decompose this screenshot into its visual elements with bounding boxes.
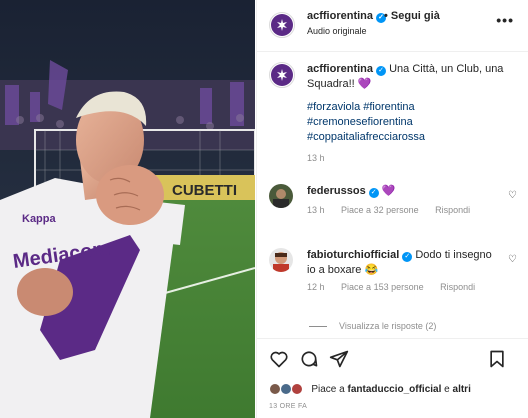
commenter-avatar[interactable]	[269, 184, 293, 208]
liker-avatar	[290, 383, 303, 395]
liker-avatar	[279, 383, 292, 395]
caption-time: 13 h	[307, 153, 325, 163]
comment-likes[interactable]: Piace a 32 persone	[341, 205, 419, 215]
board-text: CUBETTI	[172, 182, 237, 199]
verified-badge-icon: ✓	[368, 188, 379, 198]
comment-text: 💜	[381, 185, 396, 197]
view-replies-button[interactable]: Visualizza le risposte (2)	[309, 321, 436, 331]
caption-avatar[interactable]	[269, 62, 295, 88]
more-options-icon[interactable]: •••	[496, 12, 514, 28]
verified-badge-icon: ✓	[376, 66, 387, 76]
comment-meta: 13 h Piace a 32 persone Rispondi	[307, 205, 484, 215]
commenter-username[interactable]: federussos	[307, 185, 366, 197]
comment-meta: 12 h Piace a 153 persone Rispondi	[307, 282, 489, 292]
kappa-logo: Kappa	[22, 213, 57, 225]
comment-item: federussos ✓ 💜 13 h Piace a 32 persone Ri…	[269, 184, 519, 224]
comment-likes[interactable]: Piace a 153 persone	[341, 282, 424, 292]
caption-username[interactable]: acffiorentina	[307, 63, 373, 75]
view-replies-label[interactable]: Visualizza le risposte (2)	[339, 321, 436, 331]
hashtag-line[interactable]: #forzaviola #fiorentina	[307, 100, 517, 115]
commenter-username[interactable]: fabioturchiofficial	[307, 249, 399, 261]
account-avatar[interactable]	[269, 12, 295, 38]
username-text[interactable]: acffiorentina	[307, 10, 373, 22]
reply-button[interactable]: Rispondi	[435, 205, 470, 215]
audio-link[interactable]: Audio originale	[307, 26, 367, 36]
comment-time: 12 h	[307, 282, 325, 292]
hashtag-line[interactable]: #coppaitaliafrecciarossa	[307, 130, 517, 145]
save-bookmark-icon[interactable]	[487, 349, 507, 374]
liker-username[interactable]: fantaduccio_official	[347, 384, 441, 395]
reply-button[interactable]: Rispondi	[440, 282, 475, 292]
likes-summary[interactable]: Piace a fantaduccio_official e altri	[269, 383, 471, 395]
post-timestamp: 13 ORE FA	[269, 403, 308, 410]
likes-prefix: Piace a	[311, 383, 348, 395]
comment-item: fabioturchiofficial ✓ Dodo ti insegno io …	[269, 248, 519, 298]
like-comment-heart-icon[interactable]: ♡	[508, 190, 517, 201]
post-media[interactable]: CUBETTI Kappa Mediacom	[0, 0, 255, 418]
replies-divider	[309, 326, 327, 328]
like-heart-icon[interactable]	[269, 349, 289, 374]
comment-icon[interactable]	[299, 349, 319, 374]
comment-time: 13 h	[307, 205, 325, 215]
likes-middle: e	[441, 383, 453, 395]
like-comment-heart-icon[interactable]: ♡	[508, 254, 517, 265]
fiorentina-logo-icon	[277, 69, 287, 81]
hashtag-line[interactable]: #cremonesefiorentina	[307, 115, 517, 130]
post-details-panel: acffiorentina ✓ • Segui già Audio origina…	[256, 0, 528, 418]
post-actions: Piace a fantaduccio_official e altri 13 …	[257, 338, 528, 418]
verified-badge-icon: ✓	[402, 252, 413, 262]
follow-status[interactable]: • Segui già	[384, 10, 440, 22]
account-username[interactable]: acffiorentina ✓	[307, 10, 387, 23]
video-frame: CUBETTI Kappa Mediacom	[0, 0, 255, 418]
share-icon[interactable]	[329, 349, 349, 374]
commenter-avatar[interactable]	[269, 248, 293, 272]
likes-others[interactable]: altri	[453, 384, 471, 395]
post-header: acffiorentina ✓ • Segui già Audio origina…	[257, 0, 528, 52]
fiorentina-logo-icon	[277, 19, 287, 31]
